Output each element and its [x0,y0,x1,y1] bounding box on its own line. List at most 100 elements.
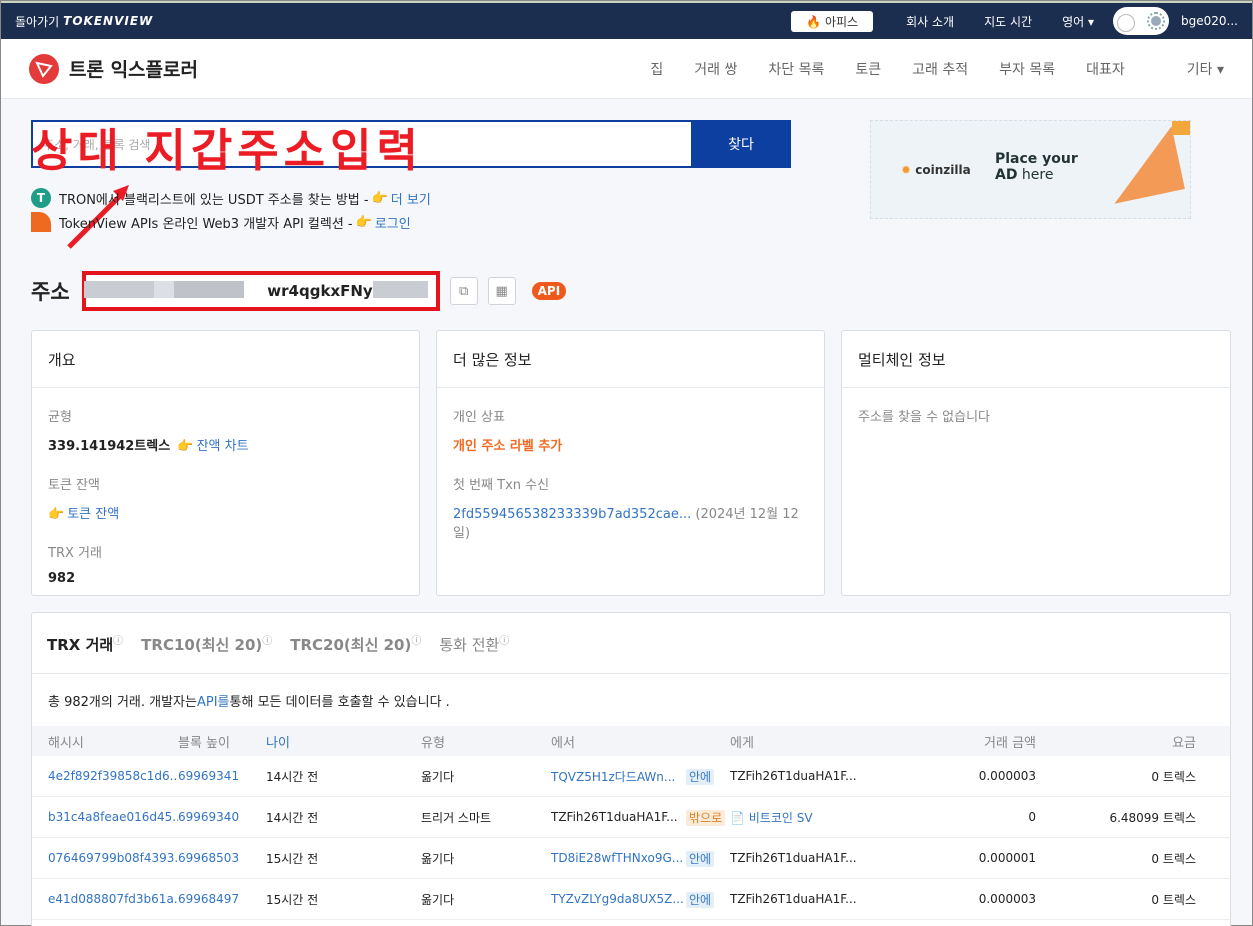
tx-amount: 0.000003 [978,892,1036,906]
multichain-card: 멀티체인 정보 주소를 찾을 수 없습니다 [841,330,1231,596]
search-button[interactable]: 찾다 [691,120,791,168]
direction-badge: 안에 [686,891,715,908]
tx-summary: 총 982개의 거래. 개발자는 API를 통해 모든 데이터를 호출할 수 있… [32,674,1230,726]
tron-logo-icon[interactable] [29,53,59,84]
api-badge[interactable]: API [531,282,567,300]
card-title: 개요 [32,331,419,388]
nav-pairs[interactable]: 거래 쌍 [694,59,737,79]
balance-value: 339.141942트렉스 [48,439,171,454]
to-address[interactable]: 📄 비트코인 SV [730,809,880,826]
ad-banner[interactable]: ✹ coinzilla Place your AD here [870,120,1191,219]
tx-type: 옮기다 [421,769,455,784]
top-bar: 돌아가기 TOKENVIEW 🔥 아피스 회사 소개 지도 시간 영어 ▾ bg… [1,1,1252,39]
tx-amount: 0 [1028,810,1036,824]
theme-toggle[interactable] [1113,7,1170,35]
tx-type: 옮기다 [421,851,455,866]
fire-icon: 🔥 [806,14,822,29]
trx-count: 982 [48,571,76,586]
nav-blocks[interactable]: 차단 목록 [768,59,824,79]
tab-conversion[interactable]: 통화 전환ⓘ [439,632,509,655]
tx-amount: 0.000001 [978,851,1036,865]
more-info-card: 더 많은 정보 개인 상표 개인 주소 라벨 추가 첫 번째 Txn 수신 2f… [436,330,825,596]
token-balance-link[interactable]: 토큰 잔액 [67,507,119,522]
nav-rich-list[interactable]: 부자 목록 [999,59,1055,79]
language-dropdown[interactable]: 영어 ▾ [1062,13,1094,30]
tab-trc10[interactable]: TRC10(최신 20)ⓘ [141,632,272,655]
direction-badge: 안에 [686,768,715,785]
tx-type: 옮기다 [421,892,455,907]
block-link[interactable]: 69968497 [178,892,266,906]
moon-icon [1117,14,1136,32]
table-header: 해시시 블록 높이 나이 유형 에서 에게 거래 금액 요금 [32,726,1230,756]
user-menu[interactable]: bge020... [1181,14,1238,28]
nav-tokens[interactable]: 토큰 [855,59,881,79]
tx-age: 14시간 전 [266,769,319,784]
chevron-down-icon: ▾ [1088,14,1095,29]
direction-badge: 밖으로 [686,809,726,826]
tx-age: 15시간 전 [266,851,319,866]
to-address[interactable]: TZFih26T1duaHA1F... [730,851,880,865]
tx-age: 14시간 전 [266,810,319,825]
main-nav: 집 거래 쌍 차단 목록 토큰 고래 추적 부자 목록 대표자 기타 ▾ [619,59,1224,79]
more-link[interactable]: 더 보기 [391,189,431,208]
notice-item: TokenView APIs 온라인 Web3 개발자 API 컬렉션 - 👉 … [31,210,431,234]
to-address[interactable]: TZFih26T1duaHA1F... [730,892,880,906]
tx-hash-link[interactable]: e41d088807fd3b61a... [32,892,178,906]
map-time-link[interactable]: 지도 시간 [984,13,1032,30]
tab-trc20[interactable]: TRC20(최신 20)ⓘ [290,632,421,655]
pointing-hand-icon: 👉 [48,507,65,522]
direction-badge: 안에 [686,850,715,867]
ad-close-icon[interactable] [1172,121,1190,135]
address-label: 주소 [31,280,70,304]
nav-whale[interactable]: 고래 추적 [912,59,968,79]
table-row: 076469799b08f4393... 69968503 15시간 전 옮기다… [32,838,1230,879]
from-address[interactable]: TD8iE28wfTHNxo9G... [551,851,686,865]
tokenview-icon [31,212,51,232]
site-header: 트론 익스플로러 집 거래 쌍 차단 목록 토큰 고래 추적 부자 목록 대표자… [1,39,1252,99]
tx-fee: 0 트렉스 [1151,851,1196,866]
block-link[interactable]: 69968503 [178,851,266,865]
api-link[interactable]: API를 [197,691,230,710]
coinzilla-logo: ✹ coinzilla [901,163,971,177]
table-row: 4e2f892f39858c1d6... 69969341 14시간 전 옮기다… [32,756,1230,797]
tab-bar: TRX 거래ⓘ TRC10(최신 20)ⓘ TRC20(최신 20)ⓘ 통화 전… [32,613,1230,674]
tx-fee: 0 트렉스 [1151,769,1196,784]
pointing-hand-icon: 👉 [177,439,194,454]
first-txn-link[interactable]: 2fd559456538233339b7ad352cae... [453,507,691,522]
tx-type: 트리거 스마트 [421,810,492,825]
tx-fee: 6.48099 트렉스 [1109,810,1196,825]
tx-hash-link[interactable]: b31c4a8feae016d45... [32,810,178,824]
nav-representatives[interactable]: 대표자 [1086,59,1125,79]
tx-age: 15시간 전 [266,892,319,907]
to-address[interactable]: TZFih26T1duaHA1F... [730,769,880,783]
back-link[interactable]: 돌아가기 [15,13,59,30]
about-link[interactable]: 회사 소개 [906,13,954,30]
from-address[interactable]: TZFih26T1duaHA1F... [551,810,686,824]
block-link[interactable]: 69969340 [178,810,266,824]
nav-home[interactable]: 집 [650,59,663,79]
office-pill[interactable]: 🔥 아피스 [791,10,874,32]
qr-code-icon[interactable]: ▦ [487,277,516,305]
pointing-hand-icon: 👉 [355,214,372,230]
ad-text: Place your AD here [995,151,1078,183]
copy-icon[interactable]: ⧉ [449,277,478,305]
login-link[interactable]: 로그인 [375,213,411,232]
tab-trx[interactable]: TRX 거래ⓘ [47,632,123,655]
sun-icon [1147,12,1166,30]
block-link[interactable]: 69969341 [178,769,266,783]
redacted-address-part [84,281,244,298]
nav-more[interactable]: 기타 ▾ [1156,59,1224,79]
from-address[interactable]: TYZvZLYg9da8UX5Z... [551,892,686,906]
from-address[interactable]: TQVZ5H1z다드AWn... [551,768,686,785]
transactions-panel: TRX 거래ⓘ TRC10(최신 20)ⓘ TRC20(최신 20)ⓘ 통화 전… [31,612,1231,926]
pointing-hand-icon: 👉 [371,190,388,206]
add-label-link[interactable]: 개인 주소 라벨 추가 [453,439,562,454]
tx-amount: 0.000003 [978,769,1036,783]
tokenview-logo[interactable]: TOKENVIEW [63,14,153,28]
balance-chart-link[interactable]: 잔액 차트 [197,439,249,454]
card-title: 멀티체인 정보 [842,331,1230,388]
tx-hash-link[interactable]: 4e2f892f39858c1d6... [32,769,178,783]
redacted-address-part [373,281,428,298]
tx-hash-link[interactable]: 076469799b08f4393... [32,851,178,865]
page-title[interactable]: 트론 익스플로러 [69,55,198,82]
